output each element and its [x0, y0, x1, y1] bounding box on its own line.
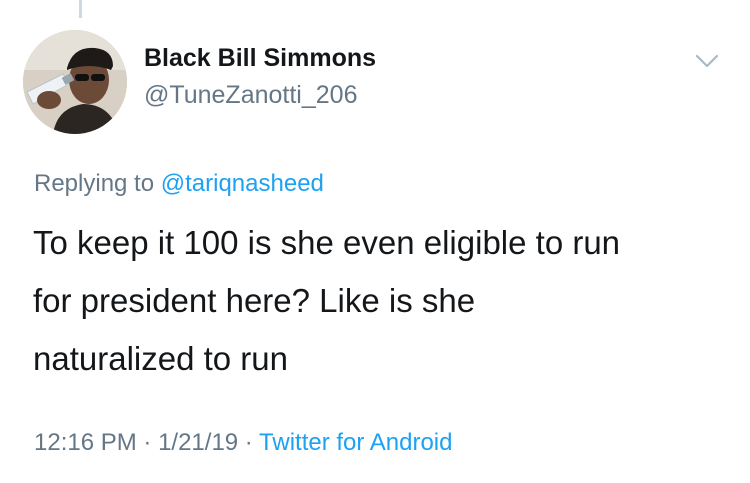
tweet-text-line: To keep it 100 is she even eligible to r…	[33, 224, 621, 261]
thread-connector-line	[79, 0, 82, 18]
replying-to-label: Replying to	[34, 170, 161, 197]
tweet-text: To keep it 100 is she even eligible to r…	[33, 214, 733, 388]
tweet-text-line: for president here? Like is she	[33, 282, 476, 319]
tweet-date[interactable]: 1/21/19	[158, 429, 238, 456]
display-name[interactable]: Black Bill Simmons	[144, 44, 376, 73]
chevron-down-icon[interactable]	[694, 52, 720, 70]
avatar[interactable]	[23, 30, 127, 134]
replying-to-mention-link[interactable]: @tariqnasheed	[161, 170, 324, 197]
tweet-time[interactable]: 12:16 PM	[34, 429, 137, 456]
tweet-metadata: 12:16 PM · 1/21/19 · Twitter for Android	[34, 429, 452, 457]
meta-separator: ·	[136, 429, 159, 456]
username-handle[interactable]: @TuneZanotti_206	[144, 81, 357, 110]
meta-separator: ·	[238, 429, 260, 456]
tweet-source-link[interactable]: Twitter for Android	[259, 429, 452, 456]
avatar-photo	[23, 30, 127, 134]
tweet-text-line: naturalized to run	[33, 340, 288, 377]
replying-to-line: Replying to @tariqnasheed	[34, 170, 324, 198]
